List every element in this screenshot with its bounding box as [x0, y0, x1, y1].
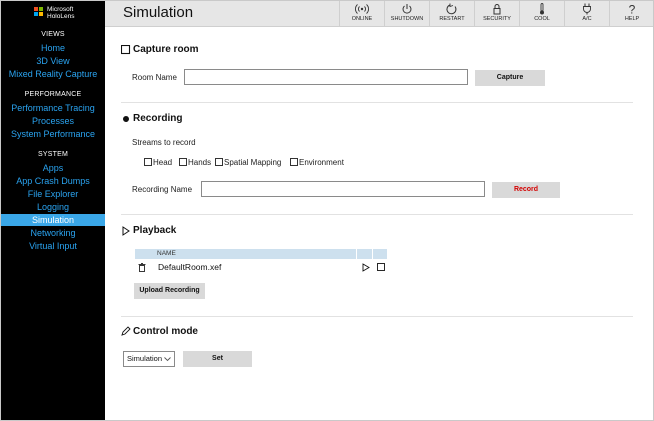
wifi-icon — [355, 4, 369, 14]
online-button[interactable]: ONLINE — [339, 1, 384, 26]
svg-text:?: ? — [629, 3, 636, 15]
section-divider — [121, 102, 633, 103]
sidebar-item-virtual-input[interactable]: Virtual Input — [1, 240, 105, 252]
sidebar-item-system-performance[interactable]: System Performance — [1, 128, 105, 140]
pencil-icon — [121, 326, 131, 336]
restart-label: RESTART — [439, 16, 465, 22]
room-name-input[interactable] — [184, 69, 468, 85]
set-button[interactable]: Set — [183, 351, 252, 367]
record-button[interactable]: Record — [492, 182, 560, 198]
room-name-label: Room Name — [132, 73, 177, 82]
stream-spatial-mapping-option[interactable]: Spatial Mapping — [215, 158, 281, 167]
control-mode-select[interactable]: Simulation — [123, 351, 175, 367]
ac-button[interactable]: A/C — [564, 1, 609, 26]
brand-line2: HoloLens — [47, 13, 75, 20]
restart-icon — [446, 3, 457, 15]
page-title: Simulation — [123, 4, 194, 21]
stream-spatial-mapping-label: Spatial Mapping — [224, 158, 282, 167]
security-button[interactable]: SECURITY — [474, 1, 519, 26]
cool-label: COOL — [534, 16, 550, 22]
section-divider — [121, 214, 633, 215]
stream-head-label: Head — [153, 158, 173, 167]
trash-icon[interactable] — [138, 263, 146, 272]
sidebar-item-file-explorer[interactable]: File Explorer — [1, 188, 105, 200]
main-content: Capture room Room Name Capture Recording… — [105, 27, 653, 420]
control-mode-heading: Control mode — [133, 326, 198, 337]
stream-environment-label: Environment — [299, 158, 344, 167]
sidebar-item-simulation[interactable]: Simulation — [1, 214, 105, 226]
sidebar-item-performance-tracing[interactable]: Performance Tracing — [1, 102, 105, 114]
stream-head-option[interactable]: Head — [144, 158, 172, 167]
power-plug-icon — [583, 3, 591, 15]
select-checkbox-icon[interactable] — [377, 263, 386, 272]
microsoft-logo-icon — [34, 7, 44, 17]
window: Microsoft HoloLens VIEWS Home 3D View Mi… — [0, 0, 654, 421]
chevron-down-icon — [164, 357, 171, 362]
sidebar-item-3d-view[interactable]: 3D View — [1, 55, 105, 67]
play-icon[interactable] — [362, 263, 370, 272]
shutdown-button[interactable]: SHUTDOWN — [384, 1, 429, 26]
upload-recording-button[interactable]: Upload Recording — [134, 283, 205, 299]
shutdown-label: SHUTDOWN — [390, 16, 424, 22]
recording-heading: Recording — [133, 113, 183, 124]
header-bar: Simulation ONLINE SHUTDOWN RESTART SECUR… — [105, 1, 653, 27]
record-dot-icon — [123, 116, 129, 122]
recording-name-input[interactable] — [201, 181, 485, 197]
security-label: SECURITY — [483, 16, 511, 22]
brand-line1: Microsoft — [47, 6, 74, 13]
help-label: HELP — [624, 16, 640, 22]
capture-room-heading: Capture room — [133, 44, 199, 55]
online-label: ONLINE — [351, 16, 373, 22]
section-divider — [121, 316, 633, 317]
stream-hands-label: Hands — [188, 158, 212, 167]
capture-button[interactable]: Capture — [475, 70, 545, 86]
sidebar-item-app-crash-dumps[interactable]: App Crash Dumps — [1, 175, 105, 187]
sidebar-item-apps[interactable]: Apps — [1, 162, 105, 174]
control-mode-selected-value: Simulation — [127, 354, 163, 363]
column-header-name: NAME — [135, 249, 357, 259]
checkbox-square-icon — [121, 45, 131, 55]
sidebar-item-logging[interactable]: Logging — [1, 201, 105, 213]
stream-hands-checkbox[interactable] — [179, 158, 187, 166]
sidebar-item-home[interactable]: Home — [1, 42, 105, 54]
play-triangle-icon — [122, 226, 130, 236]
playback-heading: Playback — [133, 225, 177, 236]
section-title-views: VIEWS — [41, 31, 65, 38]
microsoft-hololens-logo: Microsoft HoloLens — [34, 6, 104, 26]
stream-spatial-mapping-checkbox[interactable] — [215, 158, 223, 166]
recording-name-label: Recording Name — [132, 185, 193, 194]
question-icon: ? — [629, 3, 636, 15]
stream-hands-option[interactable]: Hands — [179, 158, 211, 167]
stream-environment-checkbox[interactable] — [290, 158, 298, 166]
sidebar-item-mixed-reality-capture[interactable]: Mixed Reality Capture — [1, 68, 105, 80]
streams-label: Streams to record — [132, 138, 196, 147]
ac-label: A/C — [582, 16, 592, 22]
table-row: DefaultRoom.xef — [135, 261, 387, 275]
restart-button[interactable]: RESTART — [429, 1, 474, 26]
power-icon — [402, 4, 412, 14]
sidebar-item-processes[interactable]: Processes — [1, 115, 105, 127]
thermometer-icon — [540, 3, 544, 15]
section-title-system: SYSTEM — [38, 151, 68, 158]
sidebar-item-networking[interactable]: Networking — [1, 227, 105, 239]
stream-head-checkbox[interactable] — [144, 158, 152, 166]
recordings-table-header: NAME — [135, 249, 387, 259]
stream-environment-option[interactable]: Environment — [290, 158, 344, 167]
sidebar: Microsoft HoloLens VIEWS Home 3D View Mi… — [1, 1, 105, 420]
lock-icon — [493, 4, 501, 15]
section-title-performance: PERFORMANCE — [24, 91, 82, 98]
recording-file-name: DefaultRoom.xef — [158, 262, 222, 272]
cool-button[interactable]: COOL — [519, 1, 564, 26]
help-button[interactable]: ? HELP — [609, 1, 653, 26]
